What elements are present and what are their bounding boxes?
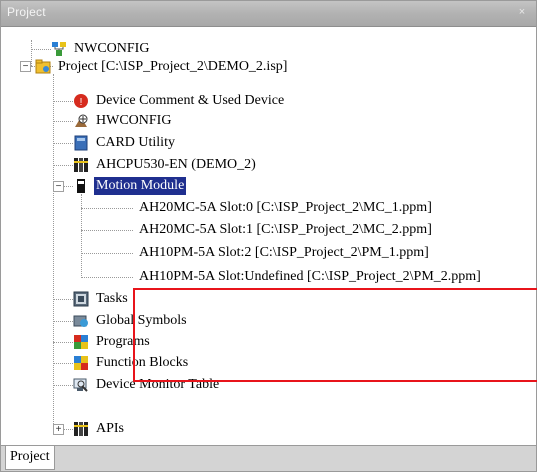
tree-item-tasks[interactable]: Tasks <box>73 289 130 309</box>
motion-child-item[interactable]: AH10PM-5A Slot:Undefined [C:\ISP_Project… <box>139 267 481 287</box>
project-folder-icon <box>35 59 51 75</box>
highlight-box <box>133 288 537 382</box>
motion-module-icon <box>73 178 89 194</box>
tree-item-nwconfig[interactable]: NWCONFIG <box>51 39 151 59</box>
device-comment-icon: ! <box>73 93 89 109</box>
tasks-icon <box>73 291 89 307</box>
project-panel: Project × − − + NWCONFIG Project [C:\ISP… <box>0 0 537 472</box>
device-monitor-icon <box>73 377 89 393</box>
project-expander[interactable]: − <box>20 61 31 72</box>
tree-item-project[interactable]: Project [C:\ISP_Project_2\DEMO_2.isp] <box>35 57 289 77</box>
cpu-module-icon <box>73 157 89 173</box>
card-utility-icon <box>73 135 89 151</box>
tree-item-cpu[interactable]: AHCPU530-EN (DEMO_2) <box>73 155 258 175</box>
tree-item-motion-module[interactable]: Motion Module <box>73 176 187 196</box>
tree-item-label: APIs <box>96 421 125 436</box>
tree-item-label: Motion Module <box>94 177 187 195</box>
tree-item-label: NWCONFIG <box>74 41 150 56</box>
tree-item-card-utility[interactable]: CARD Utility <box>73 133 177 153</box>
tree-item-hwconfig[interactable]: HWCONFIG <box>73 111 173 131</box>
motion-module-expander[interactable]: − <box>53 181 64 192</box>
tree-item-label: CARD Utility <box>96 135 175 150</box>
tree-item-label: Device Comment & Used Device <box>96 93 285 108</box>
tab-strip: Project <box>1 445 536 471</box>
network-config-icon <box>51 41 67 57</box>
programs-icon <box>73 334 89 350</box>
global-symbols-icon <box>73 313 89 329</box>
motion-child-item[interactable]: AH20MC-5A Slot:0 [C:\ISP_Project_2\MC_1.… <box>139 198 432 218</box>
tree-item-device-comment[interactable]: ! Device Comment & Used Device <box>73 91 286 111</box>
apis-expander[interactable]: + <box>53 424 64 435</box>
panel-titlebar[interactable]: Project × <box>1 1 536 27</box>
motion-child-item[interactable]: AH10PM-5A Slot:2 [C:\ISP_Project_2\PM_1.… <box>139 243 429 263</box>
apis-icon <box>73 421 89 437</box>
svg-text:!: ! <box>80 97 83 108</box>
tree-item-apis[interactable]: APIs <box>73 419 126 439</box>
function-blocks-icon <box>73 355 89 371</box>
tree-item-label: Tasks <box>96 291 128 306</box>
hardware-config-icon <box>73 113 89 129</box>
tree-item-label: HWCONFIG <box>96 113 172 128</box>
tree-item-label: Project [C:\ISP_Project_2\DEMO_2.isp] <box>58 59 288 74</box>
panel-title: Project <box>7 5 46 19</box>
tab-project[interactable]: Project <box>5 446 55 470</box>
tree-item-label: AHCPU530-EN (DEMO_2) <box>96 157 256 172</box>
motion-child-item[interactable]: AH20MC-5A Slot:1 [C:\ISP_Project_2\MC_2.… <box>139 220 432 240</box>
close-icon[interactable]: × <box>514 4 530 20</box>
